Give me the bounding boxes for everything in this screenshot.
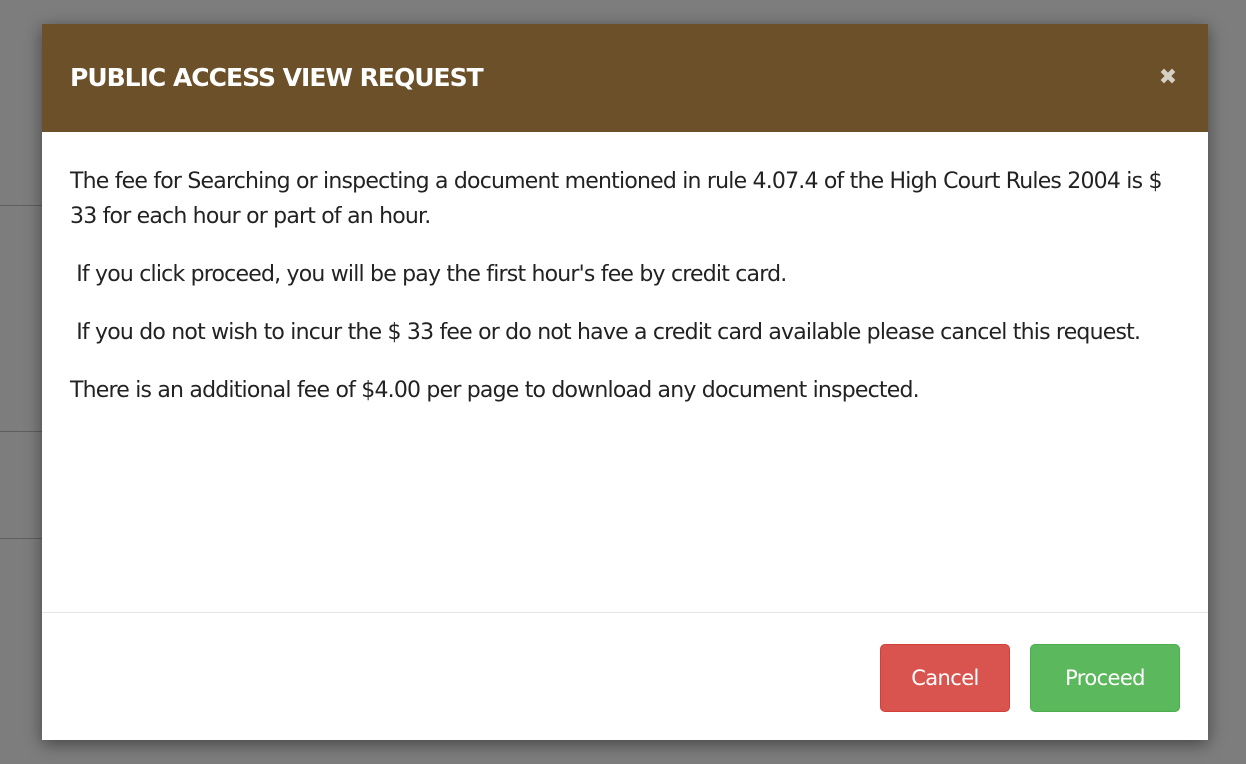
download-fee-notice: There is an additional fee of $4.00 per … (70, 378, 920, 403)
modal-header: PUBLIC ACCESS VIEW REQUEST ✖ (42, 24, 1208, 132)
background-divider (0, 205, 42, 206)
public-access-modal: PUBLIC ACCESS VIEW REQUEST ✖ The fee for… (42, 24, 1208, 740)
modal-body: The fee for Searching or inspecting a do… (70, 164, 1188, 431)
footer-divider (42, 612, 1208, 613)
proceed-notice: If you click proceed, you will be pay th… (70, 262, 787, 287)
close-icon[interactable]: ✖ (1156, 60, 1180, 96)
cancel-notice: If you do not wish to incur the $ 33 fee… (70, 320, 1141, 345)
fee-description: The fee for Searching or inspecting a do… (70, 169, 1162, 229)
proceed-button[interactable]: Proceed (1030, 644, 1180, 712)
background-divider (0, 538, 42, 539)
modal-title: PUBLIC ACCESS VIEW REQUEST (70, 63, 484, 92)
cancel-button[interactable]: Cancel (880, 644, 1010, 712)
background-divider (0, 431, 42, 432)
